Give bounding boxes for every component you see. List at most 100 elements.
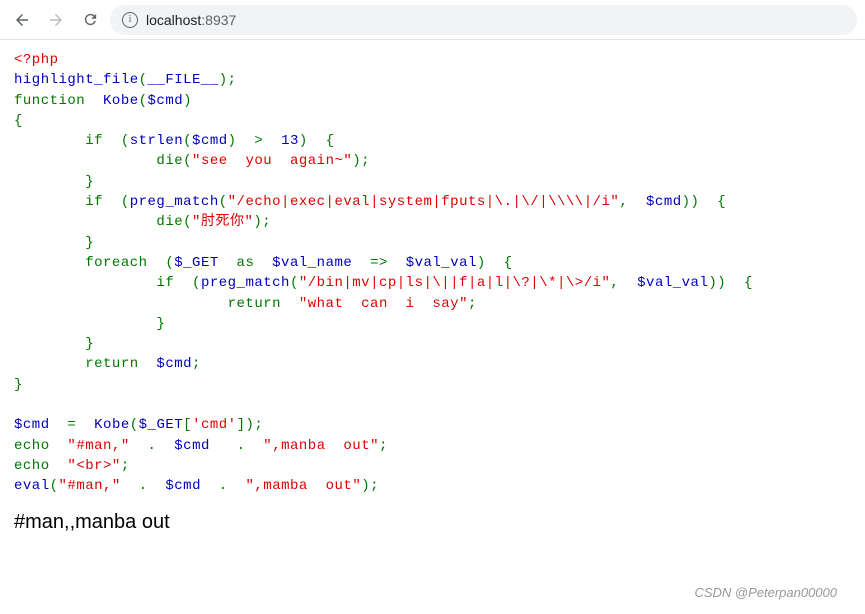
semi: ;	[192, 356, 201, 372]
watermark: CSDN @Peterpan00000	[694, 585, 837, 600]
brace: ) {	[299, 133, 335, 149]
paren: (	[130, 417, 139, 433]
brace: {	[14, 113, 23, 129]
brace: )) {	[708, 275, 753, 291]
paren: );	[361, 478, 379, 494]
brace: ) {	[477, 255, 513, 271]
var: $val_name	[272, 255, 370, 271]
php-source: <?php highlight_file(__FILE__); function…	[14, 50, 851, 497]
fn-eval: eval	[14, 478, 50, 494]
reload-icon	[82, 11, 99, 28]
url-text: localhost:8937	[146, 12, 236, 28]
fn-pregmatch: preg_match	[130, 194, 219, 210]
string: "肘死你"	[192, 214, 253, 230]
regex-string: "/bin|mv|cp|ls|\||f|a|l|\?|\*|\>/i"	[299, 275, 611, 291]
var: $cmd	[14, 417, 67, 433]
regex-string: "/echo|exec|eval|system|fputs|\.|\/|\\\\…	[228, 194, 620, 210]
var: $cmd	[192, 133, 228, 149]
brace: }	[14, 316, 165, 332]
semi: ;	[379, 438, 388, 454]
bracket: [	[183, 417, 192, 433]
page-output: #man,,manba out	[14, 511, 851, 534]
brace: }	[14, 235, 94, 251]
paren: (	[139, 93, 148, 109]
kw-die: die	[14, 153, 183, 169]
brace: )) {	[682, 194, 727, 210]
kw-function: function	[14, 93, 103, 109]
paren: (	[183, 153, 192, 169]
paren-close: );	[219, 72, 237, 88]
var-get: $_GET	[174, 255, 236, 271]
var-get: $_GET	[139, 417, 184, 433]
paren: (	[183, 214, 192, 230]
string: ",manba out"	[263, 438, 379, 454]
url-host: localhost	[146, 12, 201, 28]
bracket: ]);	[237, 417, 264, 433]
comma: ,	[619, 194, 646, 210]
paren: );	[253, 214, 271, 230]
const-file: __FILE__	[148, 72, 219, 88]
var: $cmd	[646, 194, 682, 210]
php-open-tag: <?php	[14, 52, 59, 68]
paren: (	[139, 72, 148, 88]
eq: =	[67, 417, 94, 433]
brace: }	[14, 174, 94, 190]
kw-echo: echo	[14, 458, 67, 474]
string: ",mamba out"	[246, 478, 362, 494]
fn-name: Kobe	[103, 93, 139, 109]
forward-button[interactable]	[42, 6, 70, 34]
concat: .	[148, 438, 175, 454]
arrow: =>	[370, 255, 406, 271]
fn-pregmatch: preg_match	[201, 275, 290, 291]
semi: ;	[468, 296, 477, 312]
kw-if: if (	[14, 275, 201, 291]
brace: }	[14, 336, 94, 352]
kw-if: if (	[14, 133, 130, 149]
paren: (	[219, 194, 228, 210]
num: 13	[281, 133, 299, 149]
var-cmd: $cmd	[148, 93, 184, 109]
brace: }	[14, 377, 23, 393]
fn-strlen: strlen	[130, 133, 183, 149]
op-gt: ) >	[228, 133, 281, 149]
back-button[interactable]	[8, 6, 36, 34]
string: "what can i say"	[299, 296, 468, 312]
paren: (	[290, 275, 299, 291]
concat: .	[219, 478, 246, 494]
paren: )	[183, 93, 192, 109]
info-icon: i	[122, 12, 138, 28]
kw-foreach: foreach (	[14, 255, 174, 271]
var: $cmd	[165, 478, 218, 494]
string: "#man,"	[59, 478, 139, 494]
string: "see you again~"	[192, 153, 352, 169]
kw-as: as	[237, 255, 273, 271]
reload-button[interactable]	[76, 6, 104, 34]
var: $val_val	[406, 255, 477, 271]
var: $val_val	[637, 275, 708, 291]
kw-if: if (	[14, 194, 130, 210]
kw-return: return	[14, 296, 299, 312]
comma: ,	[610, 275, 637, 291]
fn-highlight-file: highlight_file	[14, 72, 139, 88]
page-content: <?php highlight_file(__FILE__); function…	[0, 40, 865, 544]
var: $cmd	[156, 356, 192, 372]
string: "#man,"	[67, 438, 147, 454]
concat: .	[139, 478, 166, 494]
address-bar[interactable]: i localhost:8937	[110, 5, 857, 35]
string: "<br>"	[67, 458, 120, 474]
kw-return: return	[14, 356, 156, 372]
paren: (	[50, 478, 59, 494]
arrow-right-icon	[47, 11, 65, 29]
paren: (	[183, 133, 192, 149]
string: 'cmd'	[192, 417, 237, 433]
semi: ;	[121, 458, 130, 474]
kw-die: die	[14, 214, 183, 230]
arrow-left-icon	[13, 11, 31, 29]
browser-toolbar: i localhost:8937	[0, 0, 865, 40]
paren: );	[352, 153, 370, 169]
concat: .	[237, 438, 264, 454]
fn-call: Kobe	[94, 417, 130, 433]
kw-echo: echo	[14, 438, 67, 454]
var: $cmd	[174, 438, 236, 454]
url-port: :8937	[201, 12, 236, 28]
